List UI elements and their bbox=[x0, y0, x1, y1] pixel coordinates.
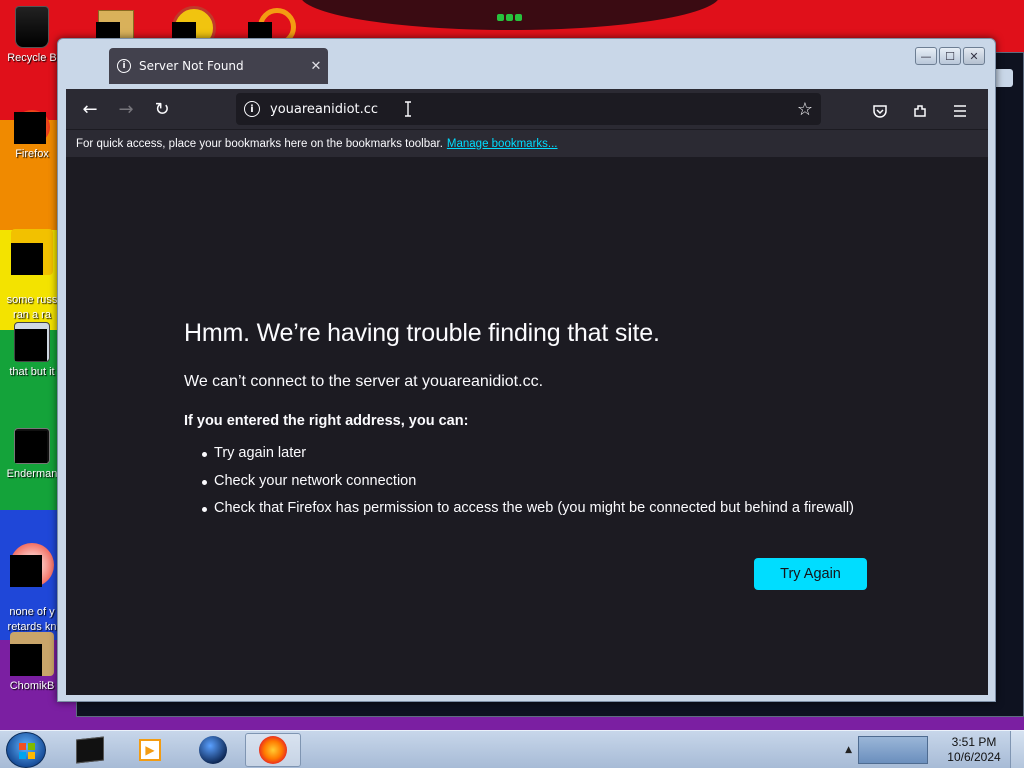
bookmarks-toolbar: For quick access, place your bookmarks h… bbox=[66, 129, 988, 157]
manage-bookmarks-link[interactable]: Manage bookmarks... bbox=[447, 138, 558, 150]
tab-title: Server Not Found bbox=[139, 59, 244, 73]
bookmark-star-icon[interactable]: ☆ bbox=[797, 99, 813, 120]
show-desktop-button[interactable] bbox=[1010, 731, 1024, 768]
tray-app-icon[interactable] bbox=[858, 736, 928, 764]
desktop-icon-label: Enderman bbox=[6, 468, 58, 480]
clock-date: 10/6/2024 bbox=[947, 750, 1001, 764]
forward-button[interactable]: → bbox=[108, 91, 144, 127]
list-item: Check your network connection bbox=[202, 473, 854, 501]
show-hidden-icons-icon[interactable]: ▲ bbox=[845, 745, 852, 755]
desktop-icon-label: Firefox bbox=[15, 148, 49, 160]
error-description: We can’t connect to the server at youare… bbox=[184, 373, 544, 390]
media-player-icon: ▶ bbox=[139, 739, 161, 761]
desktop-icon-chomik[interactable]: ChomikB bbox=[0, 632, 64, 694]
back-button[interactable]: ← bbox=[72, 91, 108, 127]
desktop-icon-that-but-it[interactable]: that but it bbox=[0, 322, 64, 380]
window-controls: — ☐ ✕ bbox=[915, 47, 985, 65]
reload-button[interactable]: ↻ bbox=[144, 91, 180, 127]
taskbar: ▶ ▲ 3:51 PM 10/6/2024 bbox=[0, 730, 1024, 768]
desktop-app-icon[interactable] bbox=[172, 0, 216, 50]
terminal-icon bbox=[14, 428, 50, 464]
page-title: Hmm. We’re having trouble finding that s… bbox=[184, 319, 660, 347]
globe-icon bbox=[199, 736, 227, 764]
url-text: youareanidiot.cc bbox=[270, 101, 379, 117]
desktop-icon-recycle-bin[interactable]: Recycle B bbox=[0, 6, 64, 66]
site-info-icon[interactable]: i bbox=[244, 101, 260, 117]
desktop-ring-icon[interactable] bbox=[248, 0, 296, 46]
desktop-icon-none-of[interactable]: none of y retards kn bbox=[0, 528, 64, 635]
desktop-icon-label: some russ ran a ra bbox=[6, 294, 58, 321]
taskbar-app-globe[interactable] bbox=[185, 733, 241, 767]
info-icon: i bbox=[117, 59, 131, 73]
text-cursor-icon bbox=[405, 101, 411, 117]
desktop-icon-russ[interactable]: some russ ran a ra bbox=[0, 214, 64, 323]
navigation-toolbar: ← → ↻ i youareanidiot.cc ☆ bbox=[66, 89, 988, 129]
terminal-icon bbox=[76, 736, 104, 764]
maximize-button[interactable]: ☐ bbox=[939, 47, 961, 65]
firefox-icon bbox=[14, 110, 50, 144]
browser-icon bbox=[10, 543, 54, 587]
try-again-button[interactable]: Try Again bbox=[754, 558, 867, 590]
firefox-icon bbox=[259, 736, 287, 764]
error-subheading: If you entered the right address, you ca… bbox=[184, 413, 469, 429]
desktop-icon-label: ChomikB bbox=[9, 680, 55, 692]
list-item: Try again later bbox=[202, 445, 854, 473]
desktop-icon-enderman[interactable]: Enderman bbox=[0, 428, 64, 482]
system-tray: ▲ 3:51 PM 10/6/2024 bbox=[845, 731, 1024, 768]
toolbar-right-icons bbox=[862, 93, 978, 129]
taskbar-app-firefox[interactable] bbox=[245, 733, 301, 767]
suggestion-list: Try again later Check your network conne… bbox=[202, 445, 854, 528]
desktop-icon-firefox[interactable]: Firefox bbox=[0, 110, 64, 162]
list-item: Check that Firefox has permission to acc… bbox=[202, 500, 854, 528]
url-bar[interactable]: i youareanidiot.cc ☆ bbox=[236, 93, 821, 125]
wallpaper-dots bbox=[497, 6, 527, 21]
taskbar-app-cmd[interactable] bbox=[62, 733, 118, 767]
hamster-icon bbox=[10, 632, 54, 676]
desktop-icon-label: none of y retards kn bbox=[7, 606, 57, 633]
document-icon bbox=[11, 229, 53, 275]
minimize-button[interactable]: — bbox=[915, 47, 937, 65]
window-stack-icon bbox=[14, 322, 50, 362]
bookmarks-hint: For quick access, place your bookmarks h… bbox=[76, 137, 443, 150]
recycle-bin-icon bbox=[15, 6, 49, 48]
clock[interactable]: 3:51 PM 10/6/2024 bbox=[938, 735, 1010, 765]
desktop-icon-label: Recycle B bbox=[7, 52, 57, 64]
menu-icon[interactable] bbox=[942, 93, 978, 129]
tab-close-icon[interactable]: ✕ bbox=[304, 59, 328, 74]
close-button[interactable]: ✕ bbox=[963, 47, 985, 65]
windows-logo-icon bbox=[19, 743, 35, 759]
tab-server-not-found[interactable]: i Server Not Found ✕ bbox=[109, 48, 328, 84]
taskbar-app-media[interactable]: ▶ bbox=[122, 733, 178, 767]
extensions-icon[interactable] bbox=[902, 93, 938, 129]
desktop-folder-icon[interactable] bbox=[96, 0, 134, 40]
desktop-icon-label: that but it bbox=[9, 366, 55, 378]
start-button[interactable] bbox=[6, 732, 46, 768]
title-bar[interactable]: i Server Not Found ✕ — ☐ ✕ bbox=[58, 39, 995, 89]
pocket-icon[interactable] bbox=[862, 93, 898, 129]
firefox-window: i Server Not Found ✕ — ☐ ✕ ← → ↻ i youar… bbox=[57, 38, 996, 702]
error-page: Hmm. We’re having trouble finding that s… bbox=[66, 157, 988, 695]
browser-chrome: ← → ↻ i youareanidiot.cc ☆ For quick acc… bbox=[66, 89, 988, 695]
clock-time: 3:51 PM bbox=[951, 735, 997, 749]
